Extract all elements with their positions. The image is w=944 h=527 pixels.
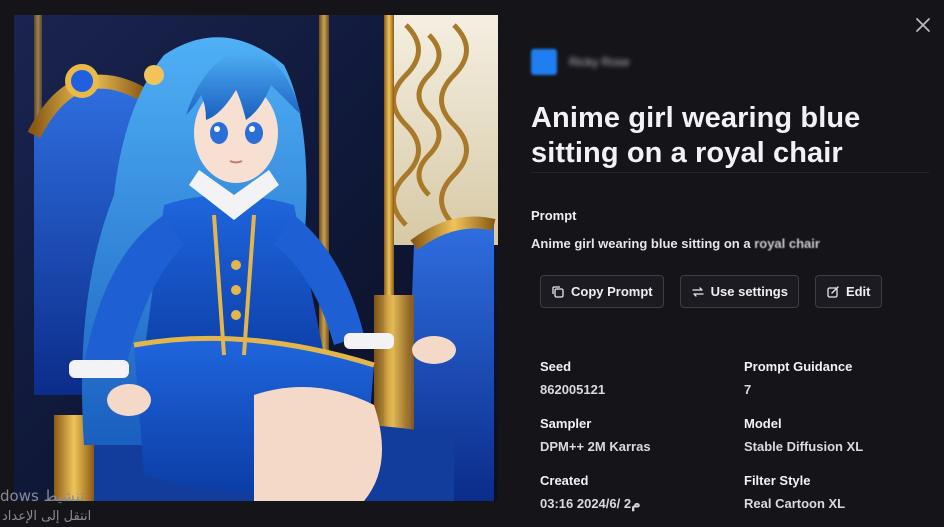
- copy-prompt-button[interactable]: Copy Prompt: [540, 275, 664, 308]
- copy-icon: [552, 285, 564, 298]
- guidance-label: Prompt Guidance: [744, 359, 853, 374]
- prompt-text: Anime girl wearing blue sitting on a roy…: [531, 236, 820, 251]
- os-activation-watermark: dows تنشيط انتقل إلى الإعداد: [0, 485, 120, 527]
- created-value: 03:16 2024/6/ م2: [540, 496, 641, 511]
- use-settings-button[interactable]: Use settings: [679, 275, 799, 308]
- page-title: Anime girl wearing blue sitting on a roy…: [531, 102, 861, 169]
- author[interactable]: Ricky Rose: [531, 49, 630, 75]
- repeat-icon: [691, 286, 704, 297]
- image-detail-modal: dows تنشيط انتقل إلى الإعداد Ricky Rose …: [0, 0, 944, 527]
- prompt-text-fade: royal chair: [754, 236, 820, 251]
- seed-label: Seed: [540, 359, 572, 374]
- copy-prompt-label: Copy Prompt: [571, 284, 653, 299]
- edit-icon: [827, 285, 839, 298]
- avatar: [531, 49, 557, 75]
- action-buttons: Copy Prompt Use settings Edit: [540, 275, 882, 308]
- divider: [531, 172, 929, 173]
- prompt-label: Prompt: [531, 208, 577, 223]
- use-settings-label: Use settings: [710, 284, 788, 299]
- edit-label: Edit: [845, 284, 871, 299]
- sampler-label: Sampler: [540, 416, 592, 431]
- guidance-value: 7: [744, 382, 752, 397]
- meta-created: Created 03:16 2024/6/ م2: [540, 473, 720, 512]
- meta-model: Model Stable Diffusion XL: [744, 416, 924, 454]
- created-label: Created: [540, 473, 589, 488]
- sampler-value: DPM++ 2M Karras: [540, 439, 651, 454]
- meta-sampler: Sampler DPM++ 2M Karras: [540, 416, 720, 454]
- watermark-line-2: انتقل إلى الإعداد: [2, 509, 92, 524]
- meta-filter-style: Filter Style Real Cartoon XL: [744, 473, 924, 511]
- filter-style-label: Filter Style: [744, 473, 811, 488]
- close-icon: [916, 18, 930, 32]
- watermark-line-1: dows تنشيط: [0, 487, 85, 505]
- edit-button[interactable]: Edit: [814, 275, 882, 308]
- model-label: Model: [744, 416, 782, 431]
- meta-guidance: Prompt Guidance 7: [744, 359, 924, 397]
- model-value: Stable Diffusion XL: [744, 439, 864, 454]
- generated-image[interactable]: [14, 15, 498, 501]
- filter-style-value: Real Cartoon XL: [744, 496, 846, 511]
- close-button[interactable]: [913, 15, 933, 35]
- prompt-text-main: Anime girl wearing blue sitting on a: [531, 236, 755, 251]
- author-name: Ricky Rose: [569, 55, 630, 69]
- seed-value: 862005121: [540, 382, 606, 397]
- meta-seed: Seed 862005121: [540, 359, 720, 397]
